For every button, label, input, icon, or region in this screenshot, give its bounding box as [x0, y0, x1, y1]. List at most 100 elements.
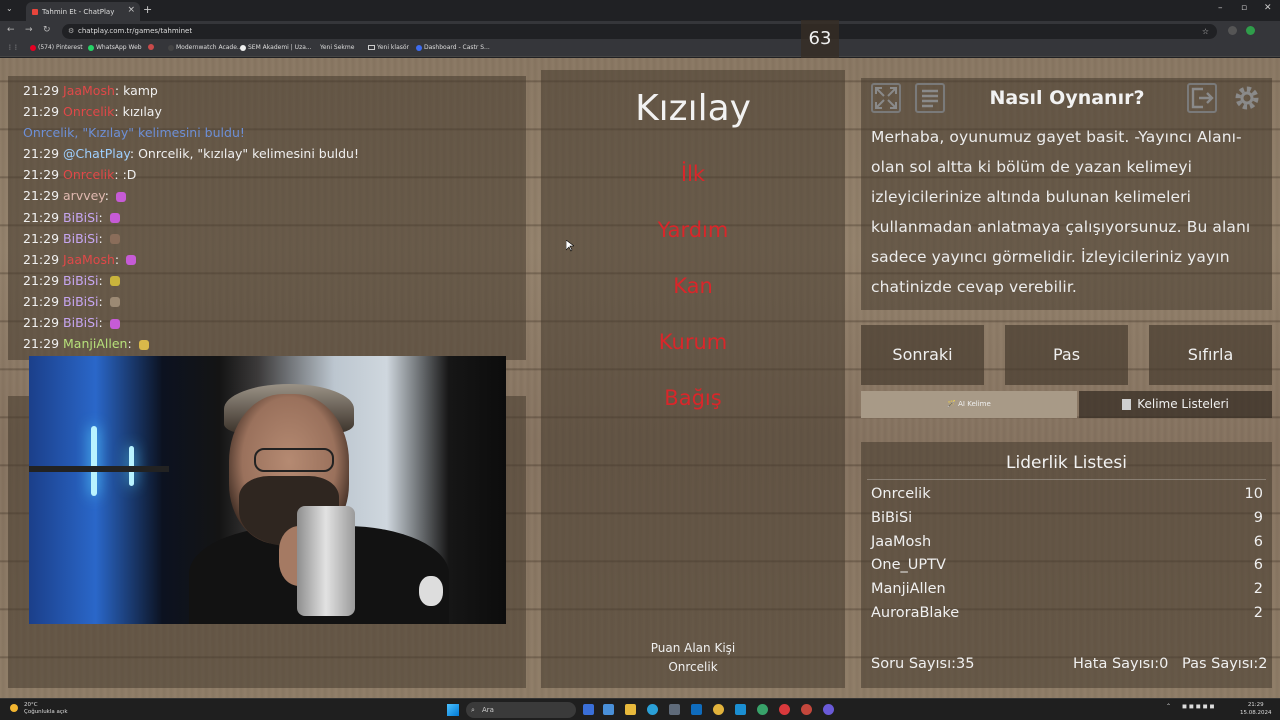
- tab-close-icon[interactable]: ×: [127, 5, 135, 15]
- reload-button[interactable]: ↻: [43, 25, 51, 35]
- chat-timestamp: 21:29: [23, 188, 60, 204]
- chat-timestamp: 21:29: [23, 293, 60, 309]
- weather-widget[interactable]: 20°C Çoğunlukla açık: [10, 702, 68, 716]
- bookmark-pinterest[interactable]: (574) Pinterest: [30, 44, 83, 51]
- chrome-icon[interactable]: [713, 704, 724, 715]
- chat-timestamp: 21:29: [23, 230, 60, 246]
- minimize-button[interactable]: –: [1218, 3, 1223, 13]
- tab-search-icon[interactable]: ⌄: [6, 4, 13, 13]
- profile-avatar[interactable]: [1246, 26, 1255, 35]
- chat-username[interactable]: BiBiSi: [63, 294, 99, 309]
- store-icon[interactable]: [669, 704, 680, 715]
- tray-icons[interactable]: ◼ ◼ ◼ ◼ ◼: [1182, 703, 1215, 710]
- chat-username[interactable]: BiBiSi: [63, 210, 99, 225]
- leaderboard-row: BiBiSi 9: [871, 510, 1263, 534]
- chat-log: 21:29 JaaMosh: kamp 21:29 Onrcelik: kızıl…: [23, 80, 526, 354]
- edge-icon[interactable]: [647, 704, 658, 715]
- os-taskbar: 20°C Çoğunlukla açık ⌕ Ara ⌃ ◼ ◼ ◼ ◼ ◼ 2…: [0, 698, 1280, 720]
- document-icon[interactable]: [915, 83, 945, 113]
- app-icon[interactable]: [779, 704, 790, 715]
- bookmark-castr[interactable]: Dashboard - Castr S...: [416, 44, 490, 51]
- bookmark-yeni-klasor[interactable]: Yeni klasör: [368, 44, 409, 51]
- player-score: 10: [1244, 486, 1263, 502]
- settings-gear-icon[interactable]: [1232, 83, 1262, 113]
- chat-username[interactable]: @ChatPlay: [63, 146, 130, 161]
- chat-separator: :: [127, 336, 136, 352]
- chat-message: 21:29 @ChatPlay: Onrcelik, "kızılay" kel…: [23, 143, 526, 164]
- chat-username[interactable]: ManjiAllen: [63, 336, 127, 351]
- chat-emote-icon: [109, 213, 120, 224]
- window-close-button[interactable]: ✕: [1264, 3, 1272, 13]
- bookmark-favicon-icon: [148, 44, 154, 50]
- chat-timestamp: 21:29: [23, 315, 60, 331]
- ai-word-tab[interactable]: 🪄 AI Kelime: [861, 391, 1077, 418]
- chat-emote-icon: [109, 234, 120, 245]
- app-icon[interactable]: [757, 704, 768, 715]
- chat-message: 21:29 Onrcelik: kızılay: [23, 101, 526, 122]
- webcam-feed: [29, 356, 506, 624]
- mail-icon[interactable]: [691, 704, 702, 715]
- bookmark-sem-akademi[interactable]: SEM Akademi | Uza...: [240, 44, 312, 51]
- chat-message: 21:29 ManjiAllen:: [23, 333, 526, 354]
- error-count: Hata Sayısı:0: [1073, 656, 1169, 672]
- bookmark-star-icon[interactable]: ☆: [1202, 24, 1209, 39]
- player-name: AuroraBlake: [871, 605, 960, 621]
- apps-icon[interactable]: ⋮⋮: [7, 44, 19, 51]
- taskbar-search[interactable]: ⌕ Ara: [466, 702, 576, 718]
- app-icon[interactable]: [801, 704, 812, 715]
- chat-emote-icon: [109, 297, 120, 308]
- bookmark-modernwatch[interactable]: Modernwatch Acade...: [168, 44, 243, 51]
- chat-timestamp: 21:29: [23, 146, 60, 162]
- target-word: Kızılay: [635, 88, 751, 129]
- chat-text: kamp: [123, 83, 158, 98]
- chat-timestamp: 21:29: [23, 104, 60, 120]
- maximize-button[interactable]: ▫: [1241, 3, 1247, 13]
- bookmark-yeni-sekme[interactable]: Yeni Sekme: [320, 44, 354, 51]
- chat-panel: 21:29 JaaMosh: kamp 21:29 Onrcelik: kızıl…: [8, 76, 526, 360]
- browser-tab-bar: ⌄ Tahmin Et - ChatPlay × + – ▫ ✕: [0, 0, 1280, 21]
- chat-username[interactable]: BiBiSi: [63, 315, 99, 330]
- back-button[interactable]: ←: [7, 25, 15, 35]
- next-button[interactable]: Sonraki: [861, 325, 984, 385]
- sem-icon: [240, 44, 246, 51]
- player-name: Onrcelik: [871, 486, 931, 502]
- chat-username[interactable]: Onrcelik: [63, 104, 114, 119]
- word-lists-tab[interactable]: Kelime Listeleri: [1079, 391, 1272, 418]
- chat-message: 21:29 BiBiSi:: [23, 291, 526, 312]
- taboo-word: Bağış: [664, 386, 722, 410]
- reset-button[interactable]: Sıfırla: [1149, 325, 1272, 385]
- chat-separator: :: [98, 230, 107, 246]
- widgets-icon[interactable]: [603, 704, 614, 715]
- chat-username[interactable]: JaaMosh: [63, 252, 115, 267]
- chat-username[interactable]: arvvey: [63, 188, 105, 203]
- pass-button[interactable]: Pas: [1005, 325, 1128, 385]
- system-clock[interactable]: 21:29 15.08.2024: [1240, 701, 1272, 717]
- chat-username[interactable]: BiBiSi: [63, 231, 99, 246]
- new-tab-button[interactable]: +: [143, 3, 152, 16]
- leaderboard-row: Onrcelik 10: [871, 486, 1263, 510]
- task-view-icon[interactable]: [583, 704, 594, 715]
- bookmark-unnamed[interactable]: [148, 44, 156, 50]
- file-explorer-icon[interactable]: [625, 704, 636, 715]
- extensions-icon[interactable]: [1228, 26, 1237, 35]
- logout-icon[interactable]: [1187, 83, 1217, 113]
- taboo-word: İlk: [680, 162, 706, 186]
- tray-chevron-icon[interactable]: ⌃: [1166, 703, 1171, 710]
- chat-separator: :: [114, 167, 123, 183]
- start-button[interactable]: [447, 704, 459, 716]
- forward-button[interactable]: →: [25, 25, 33, 35]
- chat-username[interactable]: Onrcelik: [63, 167, 114, 182]
- player-score: 6: [1253, 533, 1263, 550]
- divider: [867, 479, 1266, 480]
- telegram-icon[interactable]: [735, 704, 746, 715]
- fullscreen-icon[interactable]: [871, 83, 901, 113]
- app-icon[interactable]: [823, 704, 834, 715]
- bookmark-whatsapp[interactable]: WhatsApp Web: [88, 44, 142, 51]
- browser-tab[interactable]: Tahmin Et - ChatPlay ×: [26, 2, 140, 21]
- countdown-timer: 63: [801, 20, 839, 58]
- chat-username[interactable]: JaaMosh: [63, 83, 115, 98]
- chat-username[interactable]: BiBiSi: [63, 273, 99, 288]
- chat-message: 21:29 arvvey:: [23, 185, 526, 206]
- site-info-icon[interactable]: ⚙: [68, 24, 74, 39]
- address-bar[interactable]: ⚙ chatplay.com.tr/games/tahminet ☆: [62, 24, 1217, 39]
